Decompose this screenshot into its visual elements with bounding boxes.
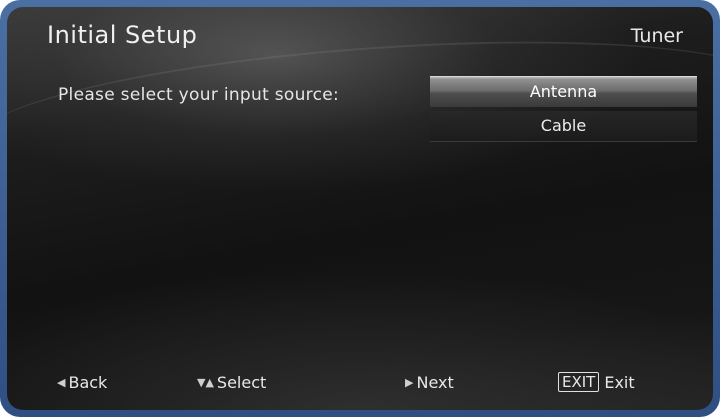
- tv-bezel: Initial Setup Tuner Please select your i…: [0, 0, 720, 417]
- exit-hint[interactable]: EXIT Exit: [558, 369, 635, 395]
- exit-key-badge: EXIT: [558, 372, 600, 392]
- back-label: Back: [68, 372, 108, 392]
- exit-label: Exit: [604, 372, 635, 392]
- input-source-list: Antenna Cable: [430, 76, 697, 146]
- next-label: Next: [416, 372, 454, 392]
- back-hint[interactable]: ◀ Back: [57, 369, 107, 395]
- option-label: Antenna: [529, 82, 598, 101]
- option-antenna[interactable]: Antenna: [430, 76, 697, 107]
- option-label: Cable: [540, 116, 587, 135]
- select-hint[interactable]: ▼▲ Select: [197, 369, 266, 395]
- setup-screen: Initial Setup Tuner Please select your i…: [7, 7, 713, 410]
- input-source-prompt: Please select your input source:: [58, 85, 340, 105]
- next-hint[interactable]: ▶ Next: [405, 369, 454, 395]
- button-hint-bar: ◀ Back ▼▲ Select ▶ Next EXIT Exit: [7, 369, 713, 395]
- left-arrow-icon: ◀: [57, 375, 66, 389]
- right-arrow-icon: ▶: [405, 375, 414, 389]
- option-cable[interactable]: Cable: [430, 111, 697, 142]
- section-name: Tuner: [630, 25, 683, 47]
- select-label: Select: [216, 372, 267, 392]
- page-title: Initial Setup: [47, 21, 198, 49]
- down-up-arrows-icon: ▼▲: [197, 375, 214, 389]
